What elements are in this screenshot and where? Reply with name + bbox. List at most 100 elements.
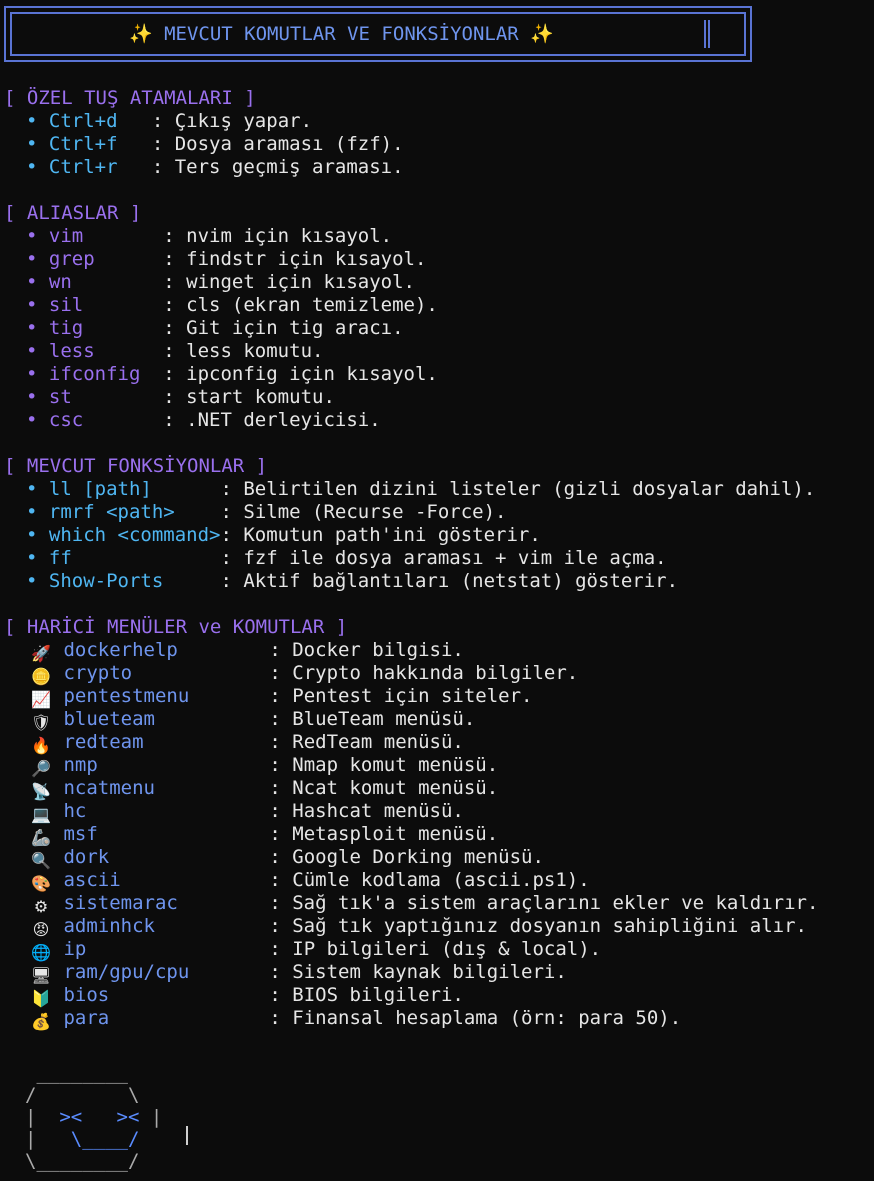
alias-row: • grep : findstr için kısayol. <box>26 248 426 271</box>
menu-row: 🚀 dockerhelp : Docker bilgisi. <box>30 639 464 663</box>
function-row: • ll [path] : Belirtilen dizini listeler… <box>26 478 815 501</box>
alias-name: vim <box>48 225 84 247</box>
bullet: • <box>26 156 49 178</box>
mechanical-arm-icon: 🦾 <box>31 828 51 847</box>
bullet: • <box>26 248 49 270</box>
menu-row: 💻 hc : Hashcat menüsü. <box>30 800 464 824</box>
function-name: which <command> <box>48 524 221 546</box>
menu-desc: : IP bilgileri (dış & local). <box>269 938 602 960</box>
bullet: • <box>26 501 49 523</box>
rocket-icon: 🚀 <box>31 644 51 663</box>
menu-command: dockerhelp <box>63 639 178 661</box>
keybinding-desc: : Ters geçmiş araması. <box>151 156 404 178</box>
alias-name: wn <box>48 271 72 293</box>
shield-icon: 🛡 <box>30 713 52 732</box>
menu-desc: : BIOS bilgileri. <box>269 984 464 1006</box>
menu-desc: : BlueTeam menüsü. <box>269 708 476 730</box>
ascii-line-3-right: | <box>139 1106 163 1128</box>
bullet: • <box>26 294 49 316</box>
function-desc: : Silme (Recurse -Force). <box>220 501 507 523</box>
bullet: • <box>26 363 49 385</box>
menu-command: crypto <box>63 662 133 684</box>
bullet: • <box>26 570 49 592</box>
alias-name: ifconfig <box>48 363 141 385</box>
alias-row: • sil : cls (ekran temizleme). <box>26 294 438 317</box>
title-banner: ✨ MEVCUT KOMUTLAR VE FONKSİYONLAR ✨ <box>4 6 752 62</box>
menu-row: 📈 pentestmenu : Pentest için siteler. <box>30 685 532 709</box>
function-name: Show-Ports <box>48 570 164 592</box>
ascii-line-1: ________ <box>25 1062 128 1084</box>
menu-command: pentestmenu <box>63 685 190 707</box>
ascii-line-5: \________/ <box>25 1150 140 1172</box>
menu-row: 🌐 ip : IP bilgileri (dış & local). <box>30 938 602 962</box>
menu-desc: : Finansal hesaplama (örn: para 50). <box>269 1007 682 1029</box>
alias-name: sil <box>48 294 84 316</box>
alias-row: • ifconfig : ipconfig için kısayol. <box>26 363 438 386</box>
keybinding-desc: : Çıkış yapar. <box>151 110 313 132</box>
alias-desc: : less komutu. <box>163 340 324 362</box>
function-name: ll [path] <box>48 478 152 500</box>
menu-desc: : Ncat komut menüsü. <box>269 777 499 799</box>
globe-icon: 🌐 <box>31 943 51 962</box>
desktop-computer-icon: 🖥 <box>30 966 52 985</box>
alias-row: • vim : nvim için kısayol. <box>26 225 392 248</box>
ascii-line-4-left: | <box>25 1128 71 1150</box>
function-desc: : Komutun path'ini gösterir. <box>220 524 541 546</box>
menu-command: nmp <box>63 754 98 776</box>
function-row: • rmrf <path> : Silme (Recurse -Force). <box>26 501 506 524</box>
menu-command: adminhck <box>63 915 155 937</box>
menu-row: 🔎 nmp : Nmap komut menüsü. <box>30 754 498 778</box>
ascii-line-2: / \ <box>25 1084 140 1106</box>
laptop-icon: 💻 <box>31 805 51 824</box>
menu-command: ram/gpu/cpu <box>63 961 190 983</box>
alias-desc: : winget için kısayol. <box>163 271 415 293</box>
function-name: ff <box>48 547 72 569</box>
alias-name: csc <box>48 409 84 431</box>
function-desc: : Belirtilen dizini listeler (gizli dosy… <box>220 478 816 500</box>
menu-row: 💰 para : Finansal hesaplama (örn: para 5… <box>30 1007 682 1031</box>
keybinding-key: Ctrl+r <box>48 156 118 178</box>
ascii-line-3-left: | <box>25 1106 60 1128</box>
menu-command: dork <box>63 846 110 868</box>
menu-row: 🎨 ascii : Cümle kodlama (ascii.ps1). <box>30 869 590 893</box>
keybinding-row: • Ctrl+f : Dosya araması (fzf). <box>26 133 404 156</box>
bullet: • <box>26 340 49 362</box>
bullet: • <box>26 386 49 408</box>
function-desc: : fzf ile dosya araması + vim ile açma. <box>220 547 667 569</box>
keybinding-row: • Ctrl+r : Ters geçmiş araması. <box>26 156 404 179</box>
alias-row: • less : less komutu. <box>26 340 323 363</box>
menu-row: 🦾 msf : Metasploit menüsü. <box>30 823 498 847</box>
menu-row: 🔍 dork : Google Dorking menüsü. <box>30 846 544 870</box>
menu-row: 📡 ncatmenu : Ncat komut menüsü. <box>30 777 499 801</box>
alias-desc: : findstr için kısayol. <box>163 248 427 270</box>
ascii-mouth: \____/ <box>70 1128 140 1150</box>
search-icon: 🔍 <box>31 851 51 870</box>
menu-row: 🔰 bios : BIOS bilgileri. <box>30 984 464 1008</box>
menu-command: ncatmenu <box>63 777 155 799</box>
bullet: • <box>26 225 49 247</box>
alias-row: • tig : Git için tig aracı. <box>26 317 404 340</box>
keybinding-key: Ctrl+d <box>48 110 118 132</box>
alias-desc: : start komutu. <box>163 386 335 408</box>
